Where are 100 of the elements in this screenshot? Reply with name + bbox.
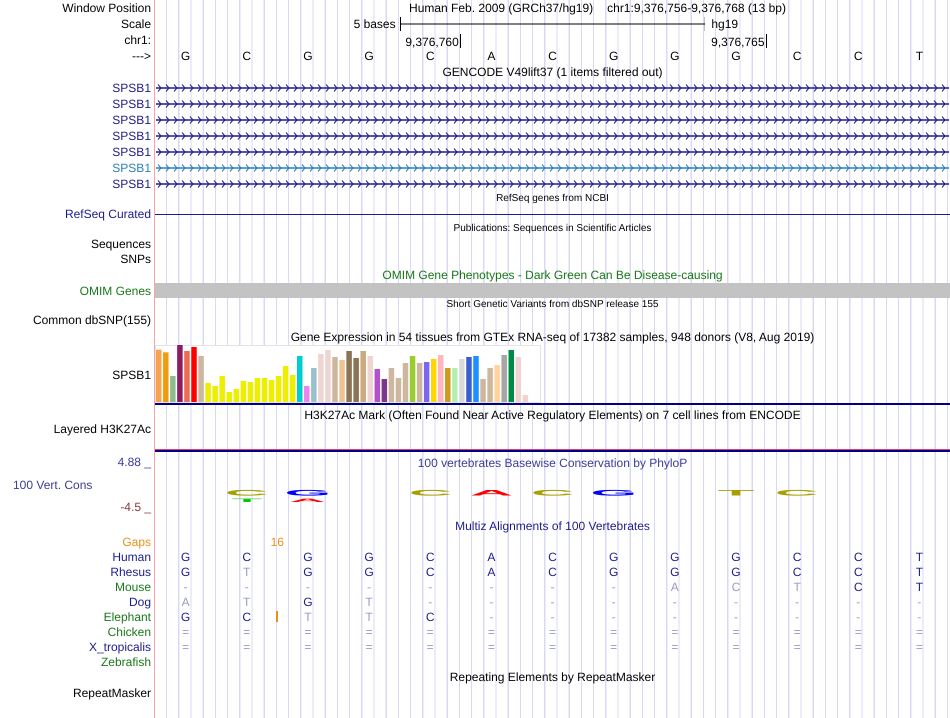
aligned-base: = bbox=[488, 640, 495, 652]
aligned-base: = bbox=[548, 626, 556, 638]
track-label[interactable]: RepeatMasker bbox=[72, 687, 154, 699]
track-label[interactable]: Layered H3K27Ac bbox=[54, 422, 154, 434]
aligned-base: T bbox=[304, 610, 312, 622]
track-label[interactable]: Sequences bbox=[90, 238, 154, 250]
axis-max-label: 4.88 _ bbox=[118, 456, 152, 468]
logo-letter: T bbox=[718, 490, 754, 498]
track-label[interactable]: Common dbSNP(155) bbox=[32, 314, 154, 326]
aligned-base: = bbox=[366, 626, 373, 638]
expression-bar[interactable] bbox=[424, 362, 430, 402]
track-title: 100 vertebrates Basewise Conservation by PhyloP bbox=[418, 457, 688, 469]
species-label[interactable]: Mouse bbox=[114, 580, 154, 592]
species-label[interactable]: Chicken bbox=[108, 626, 154, 638]
aligned-base: = bbox=[426, 626, 434, 638]
scale-text: 5 bases bbox=[352, 18, 397, 30]
aligned-base: = bbox=[182, 626, 190, 638]
aligned-base: T bbox=[916, 580, 924, 592]
track-label[interactable]: ---> bbox=[132, 50, 154, 62]
track-label[interactable]: SPSB1 bbox=[112, 146, 154, 158]
track-label[interactable]: RefSeq Curated bbox=[64, 208, 154, 220]
aligned-base: C bbox=[548, 566, 557, 578]
track-label[interactable]: Window Position bbox=[62, 2, 154, 14]
aligned-base: = bbox=[610, 626, 618, 638]
sequence-base: C bbox=[792, 50, 802, 62]
aligned-base: = bbox=[304, 640, 312, 652]
aligned-base: = bbox=[304, 626, 312, 638]
track-title: Short Genetic Variants from dbSNP release 155 bbox=[446, 300, 658, 310]
logo-letter: C bbox=[775, 490, 819, 498]
sequence-base: G bbox=[669, 50, 680, 62]
species-label[interactable]: Rhesus bbox=[110, 566, 154, 578]
track-label[interactable]: SPSB1 bbox=[112, 130, 154, 142]
expression-bar[interactable] bbox=[346, 351, 352, 402]
track-label[interactable]: 100 Vert. Cons bbox=[0, 478, 92, 490]
logo-letter: G bbox=[284, 490, 332, 498]
aligned-base: G bbox=[303, 550, 313, 562]
track-label[interactable]: SPSB1 bbox=[112, 162, 154, 174]
track-label[interactable]: SPSB1 bbox=[112, 98, 154, 110]
track-label[interactable]: chr1: bbox=[124, 34, 154, 46]
expression-bar[interactable] bbox=[177, 345, 183, 402]
aligned-base: C bbox=[426, 610, 435, 622]
track-label[interactable]: Scale bbox=[120, 18, 154, 30]
track-title: GENCODE V49lift37 (1 items filtered out) bbox=[442, 66, 663, 78]
aligned-base: - bbox=[856, 596, 860, 608]
aligned-base: G bbox=[731, 550, 741, 562]
aligned-base: - bbox=[612, 610, 616, 622]
aligned-base: - bbox=[489, 610, 494, 622]
aligned-base: G bbox=[180, 610, 190, 622]
aligned-base: = bbox=[366, 640, 373, 652]
aligned-base: = bbox=[916, 640, 923, 652]
aligned-base: = bbox=[671, 640, 678, 652]
track-title: RefSeq genes from NCBI bbox=[496, 194, 609, 204]
track-label[interactable]: SPSB1 bbox=[112, 114, 154, 126]
expression-bar[interactable] bbox=[466, 357, 472, 402]
sequence-base: C bbox=[424, 50, 436, 62]
aligned-base: G bbox=[608, 550, 618, 562]
position-range[interactable]: chr1:9,376,756-9,376,768 (13 bp) bbox=[607, 2, 786, 14]
track-label[interactable]: SNPs bbox=[120, 253, 154, 265]
expression-bar[interactable] bbox=[374, 369, 380, 402]
aligned-base: = bbox=[610, 640, 618, 652]
aligned-base: = bbox=[182, 640, 190, 652]
aligned-base: G bbox=[364, 566, 374, 578]
species-label[interactable]: X_tropicalis bbox=[88, 640, 154, 652]
species-label[interactable]: Zebrafish bbox=[100, 656, 154, 668]
position-tick-label: 9,376,765 bbox=[711, 34, 767, 48]
species-label[interactable]: Elephant bbox=[104, 610, 154, 622]
species-label[interactable]: Dog bbox=[128, 596, 154, 608]
sequence-base: G bbox=[180, 50, 192, 62]
expression-bar[interactable] bbox=[382, 379, 388, 402]
aligned-base: = bbox=[916, 626, 923, 638]
phenotype-bar[interactable] bbox=[155, 283, 950, 298]
track-label[interactable]: SPSB1 bbox=[112, 369, 154, 381]
track-label[interactable]: OMIM Genes bbox=[80, 284, 154, 296]
aligned-base: C bbox=[242, 550, 252, 562]
aligned-base: = bbox=[732, 640, 740, 652]
sequence-base: C bbox=[547, 50, 558, 62]
expression-bar[interactable] bbox=[353, 358, 359, 402]
aligned-base: - bbox=[550, 596, 554, 608]
aligned-base: C bbox=[242, 610, 252, 622]
sequence-base: G bbox=[730, 50, 742, 62]
aligned-base: - bbox=[550, 610, 554, 622]
aligned-base: - bbox=[917, 610, 922, 622]
sequence-base: C bbox=[241, 50, 252, 62]
expression-bar[interactable] bbox=[445, 368, 451, 402]
sequence-base: A bbox=[486, 50, 496, 62]
aligned-base: T bbox=[793, 580, 801, 592]
track-label[interactable]: SPSB1 bbox=[112, 82, 154, 94]
aligned-base: - bbox=[672, 596, 677, 608]
aligned-base: - bbox=[489, 596, 494, 608]
aligned-base: - bbox=[612, 596, 616, 608]
aligned-base: T bbox=[916, 550, 924, 562]
track-label[interactable]: SPSB1 bbox=[112, 178, 154, 190]
aligned-base: A bbox=[487, 566, 496, 578]
aligned-base: - bbox=[917, 596, 922, 608]
species-label[interactable]: Human bbox=[112, 550, 154, 562]
aligned-base: = bbox=[854, 626, 862, 638]
axis-min-label: -4.5 _ bbox=[120, 501, 152, 513]
logo-letter: C bbox=[408, 490, 452, 498]
aligned-base: T bbox=[243, 596, 250, 608]
aligned-base: - bbox=[795, 596, 800, 608]
